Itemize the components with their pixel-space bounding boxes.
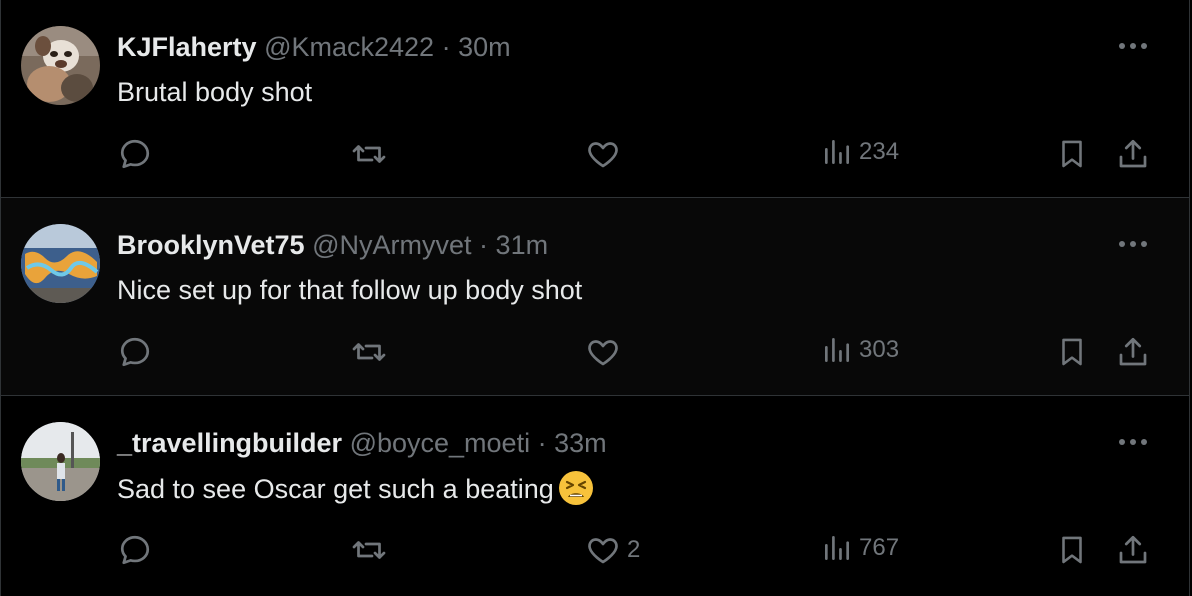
like-button[interactable]: 2: [585, 532, 640, 568]
reply-icon: [120, 337, 150, 367]
graffiti-wall-avatar-icon: [21, 224, 100, 303]
action-bar: 234: [1, 136, 1189, 176]
separator: ·: [441, 32, 451, 62]
reply-feed: KJFlaherty @Kmack2422 · 30m Brutal body …: [0, 0, 1190, 596]
more-icon: [1119, 241, 1147, 247]
avatar[interactable]: [21, 422, 100, 501]
action-bar: 2 767: [1, 532, 1189, 572]
timestamp[interactable]: 30m: [458, 32, 511, 62]
views-chart-icon: [825, 140, 849, 164]
heart-icon: [588, 340, 618, 366]
reply-header: BrooklynVet75 @NyArmyvet · 31m: [117, 227, 548, 263]
more-icon: [1119, 43, 1147, 49]
reply-button[interactable]: [117, 334, 153, 370]
action-bar: 303: [1, 334, 1189, 374]
repost-icon: [352, 541, 386, 559]
reply-icon: [120, 535, 150, 565]
separator: ·: [479, 230, 489, 260]
bookmark-icon: [1062, 140, 1082, 168]
more-icon: [1119, 439, 1147, 445]
heart-icon: [588, 142, 618, 168]
reply-tweet[interactable]: BrooklynVet75 @NyArmyvet · 31m Nice set …: [1, 198, 1189, 396]
timestamp[interactable]: 33m: [554, 428, 607, 458]
like-button[interactable]: [585, 334, 627, 370]
display-name[interactable]: KJFlaherty: [117, 32, 257, 62]
share-button[interactable]: [1115, 532, 1151, 568]
share-button[interactable]: [1115, 334, 1151, 370]
share-icon: [1119, 337, 1147, 366]
like-button[interactable]: [585, 136, 627, 172]
reply-text: Brutal body shot: [117, 77, 313, 107]
view-count: 767: [859, 534, 900, 561]
display-name[interactable]: BrooklynVet75: [117, 230, 305, 260]
reply-header: _travellingbuilder @boyce_moeti · 33m: [117, 425, 607, 461]
reply-button[interactable]: [117, 532, 153, 568]
avatar[interactable]: [21, 26, 100, 105]
reply-tweet[interactable]: KJFlaherty @Kmack2422 · 30m Brutal body …: [1, 0, 1189, 198]
views-button[interactable]: 234: [821, 136, 899, 168]
bookmark-icon: [1062, 338, 1082, 366]
more-options-button[interactable]: [1116, 430, 1150, 454]
reply-button[interactable]: [117, 136, 153, 172]
views-button[interactable]: 303: [821, 334, 899, 366]
user-handle[interactable]: @NyArmyvet: [312, 230, 471, 260]
reply-header: KJFlaherty @Kmack2422 · 30m: [117, 29, 511, 65]
views-chart-icon: [825, 536, 849, 560]
bookmark-button[interactable]: [1055, 334, 1089, 370]
views-chart-icon: [825, 338, 849, 362]
like-count: 2: [627, 536, 641, 563]
display-name[interactable]: _travellingbuilder: [117, 428, 342, 458]
user-handle[interactable]: @boyce_moeti: [350, 428, 531, 458]
share-button[interactable]: [1115, 136, 1151, 172]
tired-face-emoji-icon: [558, 470, 594, 515]
repost-icon: [352, 343, 386, 361]
share-icon: [1119, 139, 1147, 168]
more-options-button[interactable]: [1116, 34, 1150, 58]
avatar[interactable]: [21, 224, 100, 303]
share-icon: [1119, 535, 1147, 564]
bookmark-button[interactable]: [1055, 136, 1089, 172]
view-count: 303: [859, 336, 900, 363]
reply-icon: [120, 139, 150, 169]
repost-button[interactable]: [351, 136, 387, 172]
views-button[interactable]: 767: [821, 532, 899, 564]
repost-button[interactable]: [351, 532, 387, 568]
dog-photo-avatar-icon: [21, 26, 100, 105]
separator: ·: [537, 428, 547, 458]
reply-tweet[interactable]: _travellingbuilder @boyce_moeti · 33m Sa…: [1, 396, 1189, 594]
person-street-avatar-icon: [21, 422, 100, 501]
user-handle[interactable]: @Kmack2422: [264, 32, 434, 62]
heart-icon: [588, 538, 618, 564]
repost-button[interactable]: [351, 334, 387, 370]
reply-text: Nice set up for that follow up body shot: [117, 275, 583, 305]
more-options-button[interactable]: [1116, 232, 1150, 256]
bookmark-icon: [1062, 536, 1082, 564]
timestamp[interactable]: 31m: [496, 230, 549, 260]
reply-text-container: Sad to see Oscar get such a beating: [117, 470, 594, 515]
reply-text: Sad to see Oscar get such a beating: [117, 474, 554, 504]
bookmark-button[interactable]: [1055, 532, 1089, 568]
repost-icon: [352, 145, 386, 163]
view-count: 234: [859, 138, 900, 165]
